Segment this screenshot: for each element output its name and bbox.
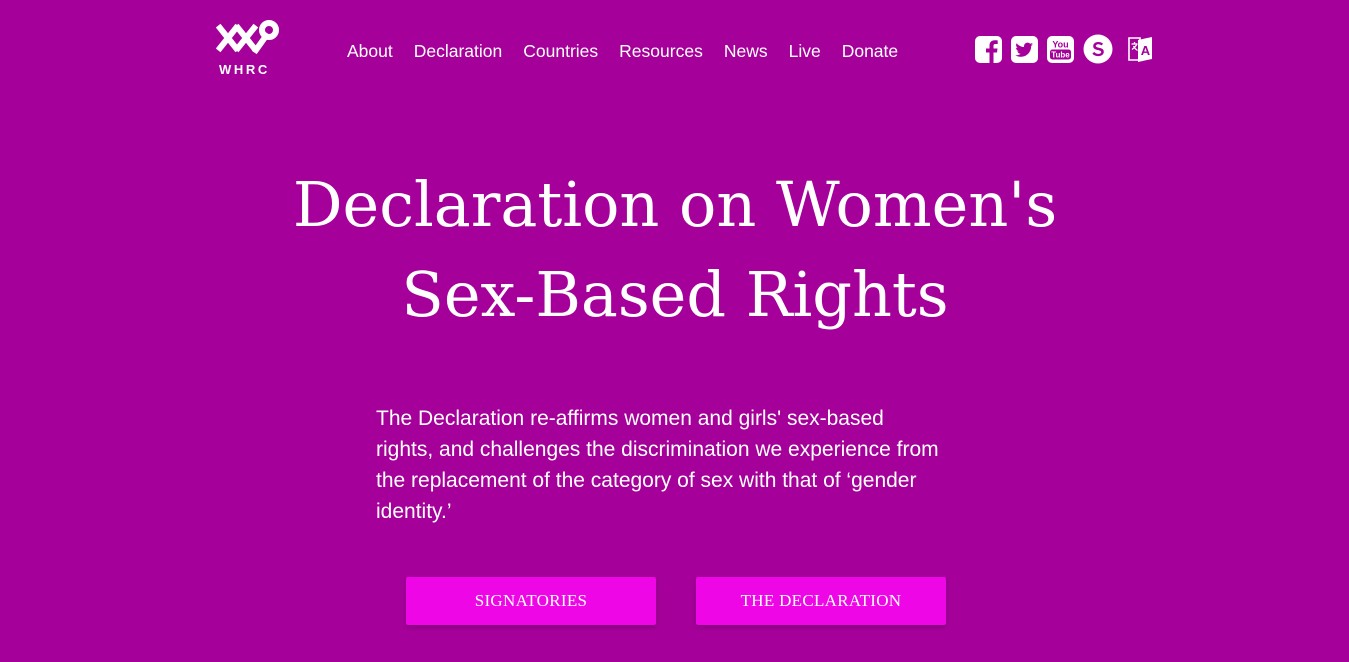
nav-countries[interactable]: Countries [523,41,598,62]
svg-text:Tube: Tube [1051,50,1070,59]
hero-title: Declaration on Women's Sex-Based Rights [225,160,1125,340]
nav-about[interactable]: About [347,41,393,62]
youtube-icon: You Tube [1047,35,1074,63]
youtube-link[interactable]: You Tube [1047,35,1074,63]
nav-live[interactable]: Live [789,41,821,62]
facebook-icon [975,35,1002,63]
site-logo[interactable]: WHRC [216,18,280,80]
facebook-link[interactable] [975,35,1002,63]
nav-donate[interactable]: Donate [842,41,898,62]
the-declaration-button[interactable]: THE DECLARATION [696,577,946,625]
social-links: You Tube A [975,34,1155,64]
svg-text:You: You [1052,39,1068,49]
hero-title-line1: Declaration on Women's [292,168,1058,241]
hero-title-line2: Sex-Based Rights [401,258,949,331]
nav-news[interactable]: News [724,41,768,62]
hero-description: The Declaration re-affirms women and gir… [376,407,939,523]
twitter-icon [1011,35,1038,63]
signatories-button[interactable]: SIGNATORIES [406,577,656,625]
twitter-link[interactable] [1011,35,1038,63]
translate-link[interactable]: A [1127,34,1155,64]
substack-icon [1083,34,1113,64]
nav-declaration[interactable]: Declaration [414,41,503,62]
translate-icon: A [1128,37,1152,62]
svg-text:A: A [1141,43,1151,58]
main-nav: About Declaration Countries Resources Ne… [347,38,919,64]
whrc-logo-icon [216,20,279,55]
logo-text: WHRC [219,62,270,77]
nav-resources[interactable]: Resources [619,41,703,62]
substack-link[interactable] [1083,34,1113,64]
